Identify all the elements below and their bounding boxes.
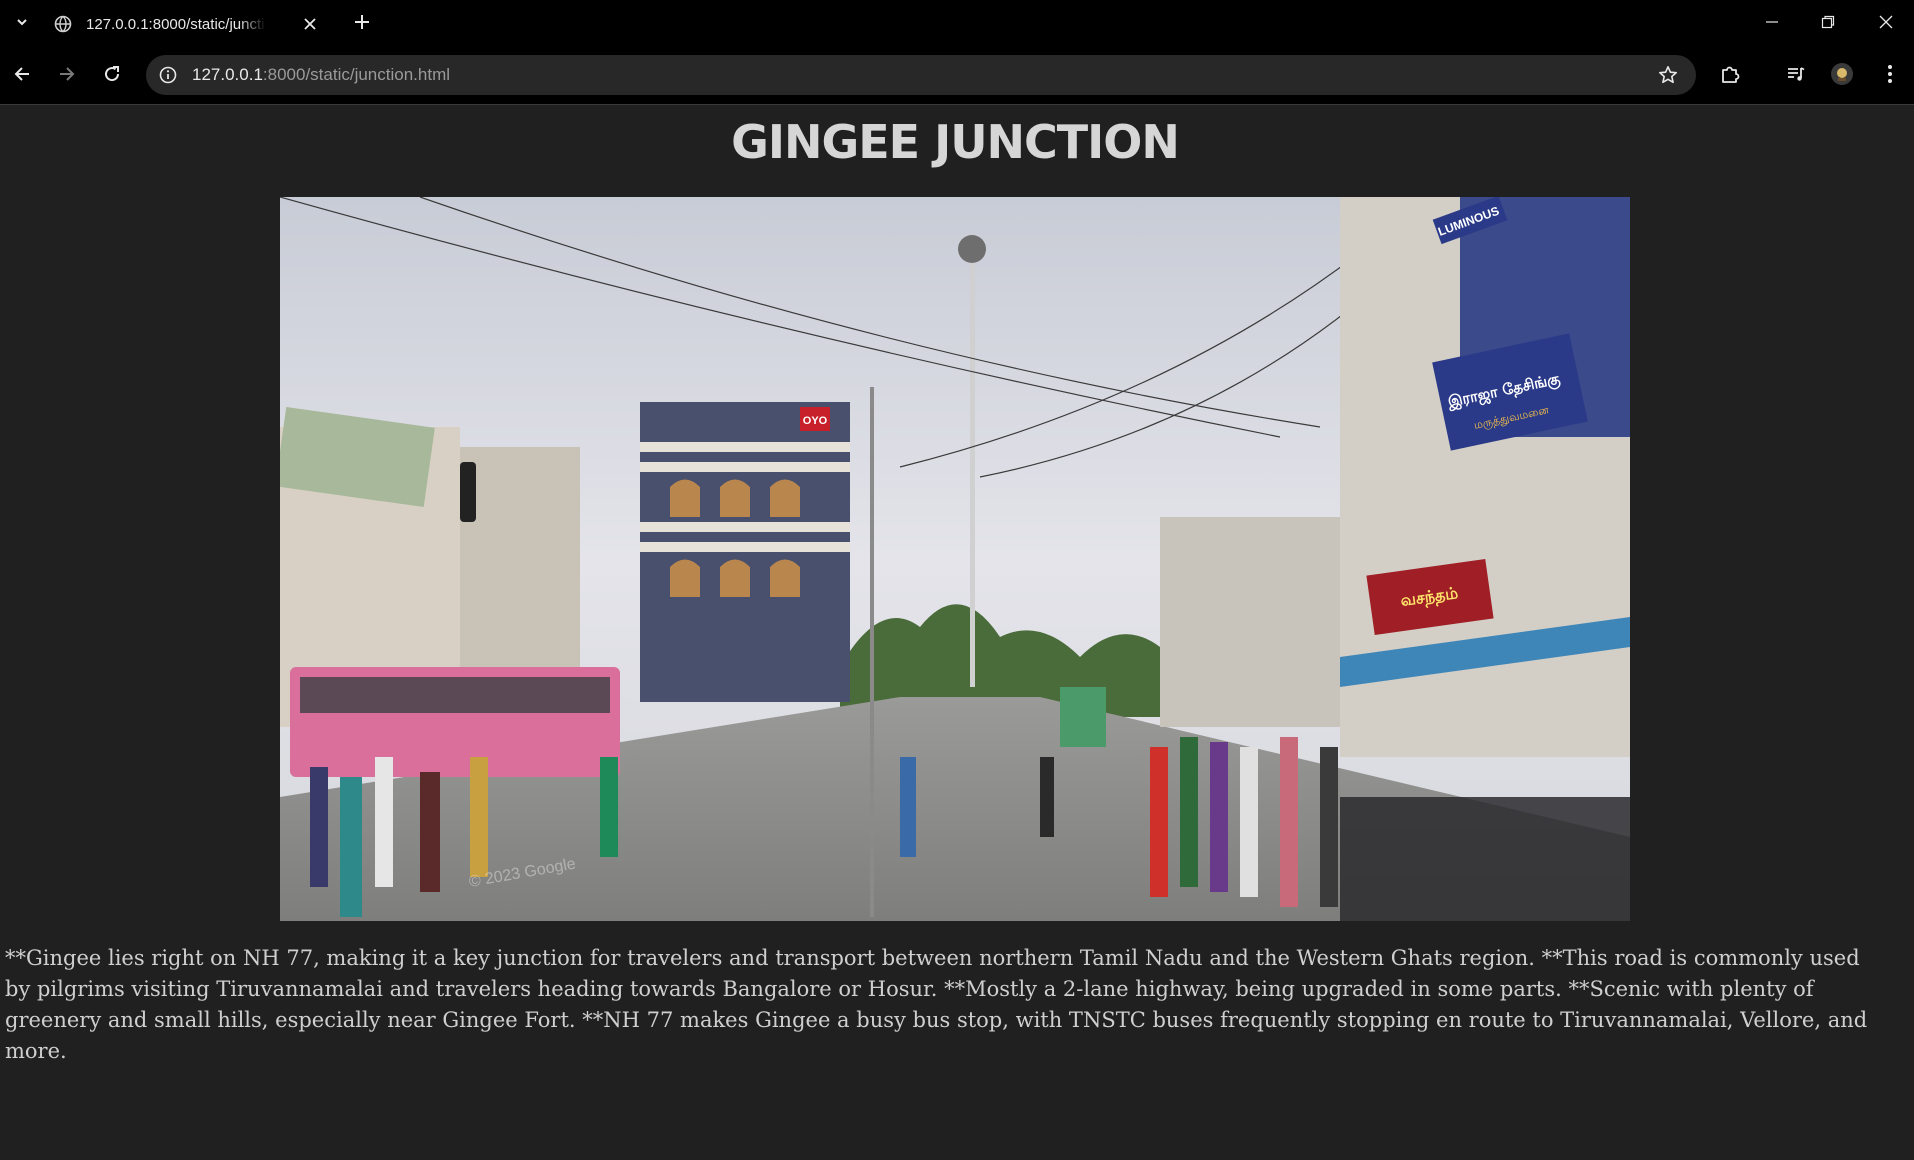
- page-viewport: GINGEE JUNCTION OYO இராஜா தேசிங்கு மருத்…: [0, 105, 1914, 1160]
- media-controls-icon[interactable]: [1780, 58, 1812, 90]
- traffic-light: [460, 462, 476, 522]
- light-tower: [970, 257, 975, 687]
- site-info-icon[interactable]: [156, 63, 180, 87]
- url-host: 127.0.0.1: [192, 65, 263, 84]
- green-bus: [1060, 687, 1106, 747]
- browser-toolbar: 127.0.0.1:8000/static/junction.html: [0, 44, 1914, 105]
- globe-icon: [54, 15, 72, 33]
- tab-active[interactable]: 127.0.0.1:8000/static/junction.html: [44, 4, 334, 44]
- reload-icon[interactable]: [96, 58, 128, 90]
- page-title: GINGEE JUNCTION: [731, 115, 1180, 169]
- url-text: 127.0.0.1:8000/static/junction.html: [192, 65, 450, 85]
- tab-strip: 127.0.0.1:8000/static/junction.html: [0, 0, 1914, 44]
- more-menu-icon[interactable]: [1874, 58, 1906, 90]
- street-lamp: [870, 387, 874, 917]
- url-path: :8000/static/junction.html: [262, 65, 451, 84]
- minimize-icon[interactable]: [1744, 0, 1800, 44]
- forward-arrow-icon[interactable]: [51, 58, 83, 90]
- parked-motorbikes: [1340, 797, 1630, 921]
- building-right-1: [1160, 517, 1340, 727]
- tab-search-chevron-icon[interactable]: [8, 8, 36, 36]
- oyo-sign-text: OYO: [803, 415, 828, 427]
- junction-description: **Gingee lies right on NH 77, making it …: [5, 946, 1868, 1063]
- tower-lamps: [958, 235, 986, 263]
- tab-title: 127.0.0.1:8000/static/junction.html: [86, 15, 266, 33]
- close-icon[interactable]: [300, 14, 320, 34]
- window-close-icon[interactable]: [1858, 0, 1914, 44]
- address-bar[interactable]: 127.0.0.1:8000/static/junction.html: [146, 55, 1696, 95]
- extensions-puzzle-icon[interactable]: [1714, 58, 1746, 90]
- back-arrow-icon[interactable]: [6, 58, 38, 90]
- bus-windows: [300, 677, 610, 713]
- restore-icon[interactable]: [1800, 0, 1856, 44]
- new-tab-plus-icon[interactable]: [348, 8, 376, 36]
- bookmark-star-icon[interactable]: [1656, 63, 1680, 87]
- junction-street-photo: OYO இராஜா தேசிங்கு மருத்துவமனை LUMINOUS: [280, 197, 1630, 921]
- profile-avatar-icon[interactable]: [1826, 58, 1858, 90]
